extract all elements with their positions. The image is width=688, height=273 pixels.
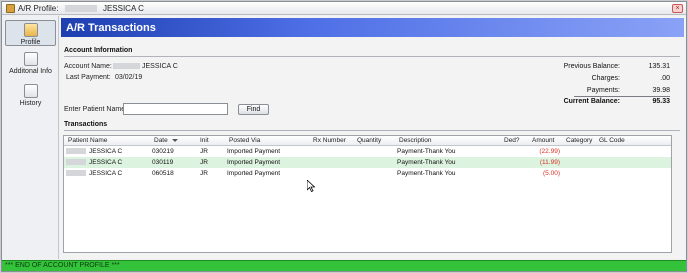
cell-init: JR [200,159,208,166]
charges-value: .00 [660,75,670,82]
profile-icon [23,23,38,37]
redacted-block [113,63,140,69]
table-row[interactable]: JESSICA C 060518 JR Imported Payment Pay… [64,168,671,179]
current-balance-label: Current Balance: [563,98,620,105]
title-bar: A/R Profile: JESSICA C × [2,2,686,15]
nav-item-additional-info[interactable]: Additonal Info [5,52,56,78]
nav-item-label: Additonal Info [9,68,52,75]
column-header-patient-name[interactable]: Patient Name [68,137,107,144]
account-section-title: Account Information [64,47,133,54]
column-header-quantity[interactable]: Quantity [357,137,381,144]
table-row-selected[interactable]: JESSICA C 030119 JR Imported Payment Pay… [64,157,671,168]
last-payment-label: Last Payment: [66,74,111,81]
previous-balance-value: 135.31 [648,63,670,70]
payments-value: 39.98 [652,87,670,94]
cell-date: 030219 [152,148,174,155]
cell-description: Payment-Thank You [397,148,456,155]
history-icon [23,84,38,98]
table-header: Patient Name Date Init Posted Via Rx Num… [64,136,671,146]
main-content: A/R Transactions Account Information Acc… [60,16,686,259]
last-payment-value: 03/02/19 [115,74,143,81]
cell-posted-via: Imported Payment [227,159,281,166]
column-header-init[interactable]: Init [200,137,209,144]
redacted-block [66,170,86,176]
cell-date: 060518 [152,170,174,177]
status-bar: *** END OF ACCOUNT PROFILE *** [2,260,686,271]
patient-search-label: Enter Patient Name: [64,106,128,113]
cell-date: 030119 [152,159,174,166]
cell-description: Payment-Thank You [397,170,456,177]
column-header-category[interactable]: Category [566,137,592,144]
account-name-value: JESSICA C [142,63,178,70]
section-divider [64,130,680,131]
mouse-cursor-icon [307,180,315,192]
cell-patient: JESSICA C [89,159,123,166]
section-divider [64,56,680,57]
column-header-label: Date [154,137,168,144]
cell-description: Payment-Thank You [397,159,456,166]
cell-posted-via: Imported Payment [227,170,281,177]
cell-amount: (22.99) [539,148,560,155]
previous-balance-label: Previous Balance: [563,63,620,70]
status-text: *** END OF ACCOUNT PROFILE *** [5,262,120,269]
cell-amount: (5.00) [543,170,560,177]
find-button[interactable]: Find [238,104,269,115]
sort-descending-icon [171,138,178,142]
column-header-amount[interactable]: Amount [532,137,554,144]
nav-item-label: History [19,100,42,107]
left-nav-panel: Profile Additonal Info History [2,16,59,259]
title-patient-name: JESSICA C [102,4,144,13]
patient-name-input[interactable] [123,103,228,115]
redacted-block [66,148,86,154]
transactions-table: Patient Name Date Init Posted Via Rx Num… [63,135,672,253]
column-header-gl-code[interactable]: GL Code [599,137,625,144]
page-title: A/R Transactions [66,22,156,34]
title-prefix: A/R Profile: [18,4,59,13]
cell-amount: (11.99) [539,159,560,166]
cell-patient: JESSICA C [89,170,123,177]
cell-patient: JESSICA C [89,148,123,155]
column-header-posted-via[interactable]: Posted Via [229,137,260,144]
column-header-ded[interactable]: Ded? [504,137,520,144]
column-header-rx-number[interactable]: Rx Number [313,137,346,144]
ar-profile-window: A/R Profile: JESSICA C × Profile Additon… [1,1,687,272]
nav-item-profile[interactable]: Profile [5,20,56,46]
cell-init: JR [200,170,208,177]
balance-divider [574,96,670,97]
column-header-date[interactable]: Date [154,137,178,144]
nav-item-label: Profile [20,39,41,46]
info-icon [23,52,38,66]
window-title: A/R Profile: JESSICA C [18,4,144,13]
table-row[interactable]: JESSICA C 030219 JR Imported Payment Pay… [64,146,671,157]
cell-init: JR [200,148,208,155]
charges-label: Charges: [591,75,620,82]
page-header-banner: A/R Transactions [61,18,684,37]
nav-item-history[interactable]: History [5,84,56,110]
close-button[interactable]: × [672,4,683,13]
redacted-block [64,5,97,13]
current-balance-value: 95.33 [652,98,670,105]
column-header-description[interactable]: Description [399,137,432,144]
app-icon [6,4,15,13]
transactions-section-title: Transactions [64,121,108,128]
cell-posted-via: Imported Payment [227,148,281,155]
payments-label: Payments: [586,87,620,94]
redacted-block [66,159,86,165]
account-name-label: Account Name: [64,63,112,70]
